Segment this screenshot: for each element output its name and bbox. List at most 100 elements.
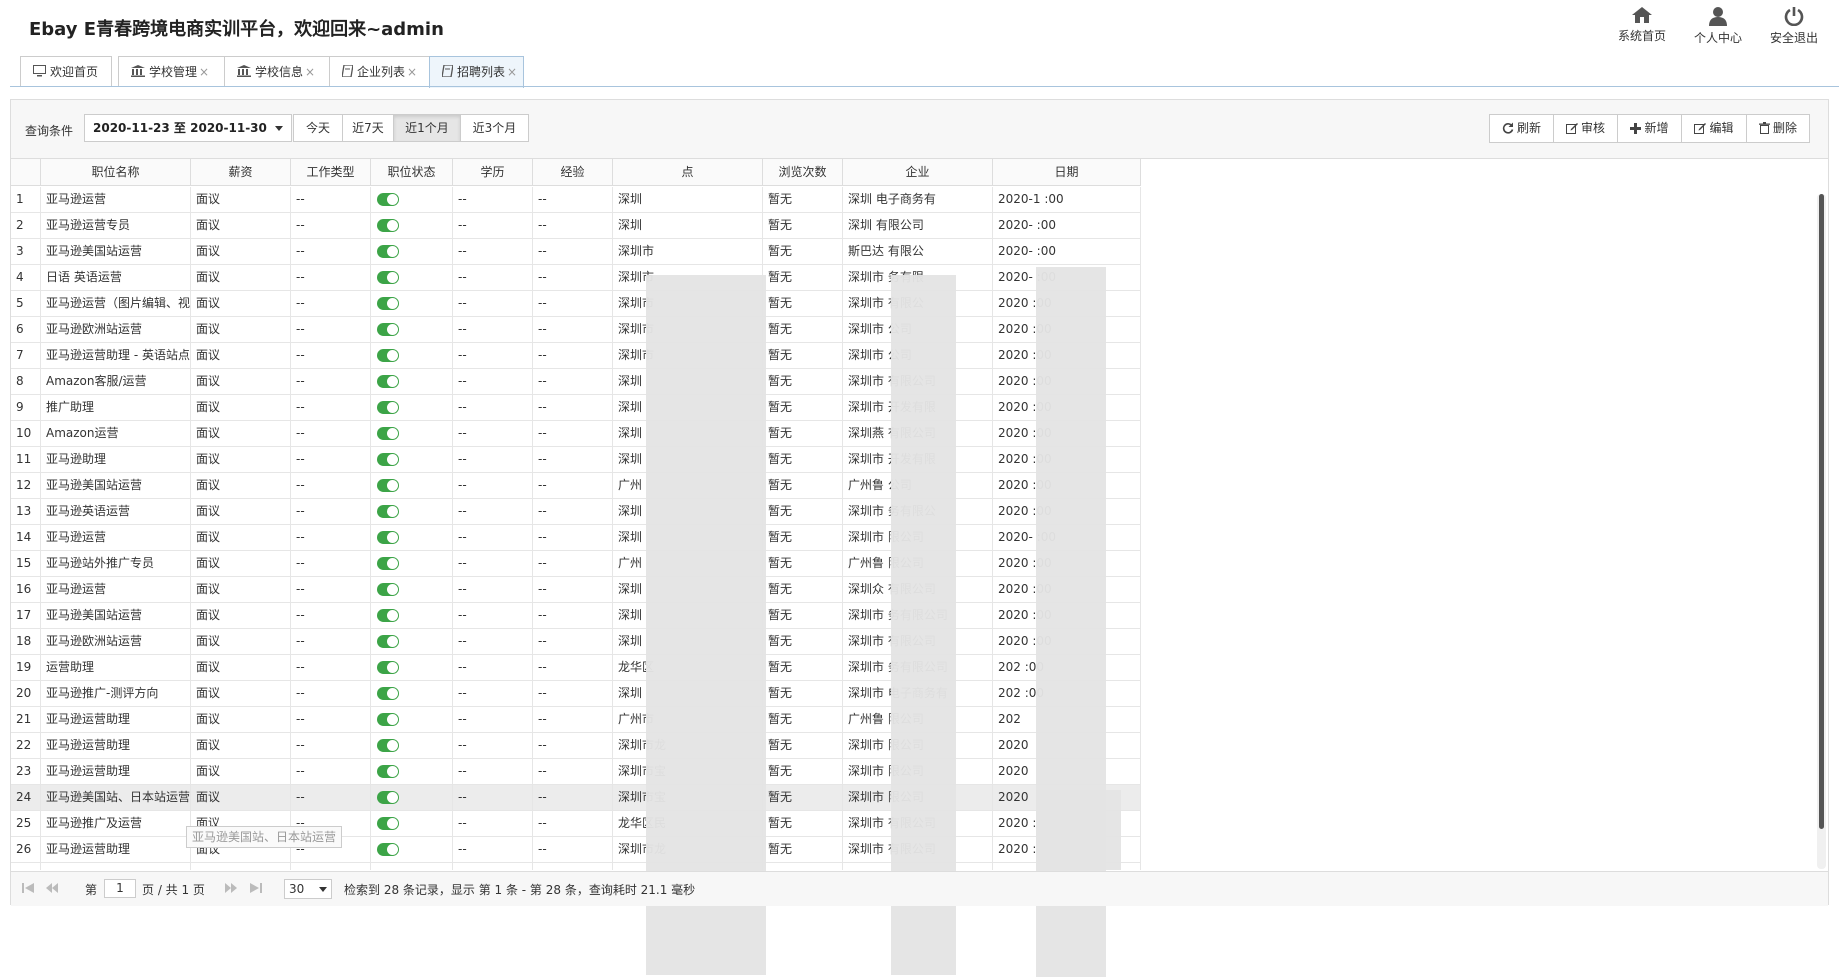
table-row[interactable]: 6 亚马逊欧洲站运营 面议 -- -- -- 深圳市 暂无 深圳市 公司 2020 :00 [11, 317, 1141, 343]
status-toggle[interactable] [377, 193, 399, 206]
status-toggle[interactable] [377, 765, 399, 778]
table-row[interactable]: 25亚马逊推广及运营面议------龙华区民暂无深圳市 有限公司2020 :00 [11, 811, 1141, 837]
status-toggle[interactable] [377, 791, 399, 804]
status-toggle[interactable] [377, 687, 399, 700]
quick-range-button-3[interactable]: 近1个月 [393, 114, 461, 142]
table-row[interactable]: 22 亚马逊运营助理 面议 -- -- -- 深圳市龙 暂无 深圳市 限公司 2020 [11, 733, 1141, 759]
table-row[interactable]: 27 [11, 863, 1141, 870]
cell-edu: -- [453, 707, 533, 732]
status-toggle[interactable] [377, 661, 399, 674]
action-button-trash[interactable]: 删除 [1746, 114, 1810, 143]
status-toggle[interactable] [377, 609, 399, 622]
table-row[interactable]: 20亚马逊推广-测评方向面议------深圳暂无深圳市 电子商务有202 :00 [11, 681, 1141, 707]
table-row[interactable]: 16亚马逊运营面议------深圳暂无深圳众 有限公司2020 :00 [11, 577, 1141, 603]
status-toggle[interactable] [377, 297, 399, 310]
column-header[interactable]: 薪资 [191, 159, 291, 186]
cell-salary: 面议 [191, 603, 291, 628]
table-row[interactable]: 1 亚马逊运营 面议 -- -- -- 深圳 暂无 深圳 电子商务有 2020-1 :00 [11, 187, 1141, 213]
column-header[interactable]: 职位状态 [371, 159, 453, 186]
table-row[interactable]: 19运营助理面议------龙华区暂无深圳市 务有限公司202 :00 [11, 655, 1141, 681]
status-toggle[interactable] [377, 401, 399, 414]
status-toggle[interactable] [377, 323, 399, 336]
quick-range-button-2[interactable]: 近7天 [342, 114, 394, 142]
status-toggle[interactable] [377, 245, 399, 258]
table-row[interactable]: 11亚马逊助理面议------深圳暂无深圳市 开发有限2020 :00 [11, 447, 1141, 473]
page-size-select[interactable]: 30 [284, 879, 332, 899]
cell-edu: -- [453, 343, 533, 368]
header-nav-home[interactable]: 系统首页 [1607, 6, 1677, 44]
table-row[interactable]: 17亚马逊美国站运营面议------深圳暂无深圳市 务有限公司2020 :00 [11, 603, 1141, 629]
column-header[interactable] [11, 159, 41, 186]
table-row[interactable]: 7 亚马逊运营助理 - 英语站点 面议 -- -- -- 深圳市 暂无 深圳市 公司 2020 :… [11, 343, 1141, 369]
column-header[interactable]: 日期 [993, 159, 1141, 186]
table-row[interactable]: 14 亚马逊运营 面议 -- -- -- 深圳 暂无 深圳市 限公司 2020- :00 [11, 525, 1141, 551]
quick-range-button-4[interactable]: 近3个月 [460, 114, 529, 142]
status-toggle[interactable] [377, 635, 399, 648]
action-button-edit[interactable]: 审核 [1553, 114, 1618, 143]
status-toggle[interactable] [377, 583, 399, 596]
column-header[interactable]: 工作类型 [291, 159, 371, 186]
column-header[interactable]: 企业 [843, 159, 993, 186]
close-icon[interactable]: × [305, 65, 315, 79]
table-row[interactable]: 9推广助理面议------深圳暂无深圳市 开发有限2020 :00 [11, 395, 1141, 421]
status-toggle[interactable] [377, 375, 399, 388]
action-button-plus[interactable]: 新增 [1617, 114, 1682, 143]
status-toggle[interactable] [377, 453, 399, 466]
column-header[interactable]: 学历 [453, 159, 533, 186]
table-row[interactable]: 8Amazon客服/运营面议------深圳暂无深圳市 有限公司2020 :00 [11, 369, 1141, 395]
action-button-edit[interactable]: 编辑 [1681, 114, 1747, 143]
column-header[interactable]: 点 [613, 159, 763, 186]
next-page-icon[interactable] [224, 882, 238, 897]
user-icon [1683, 6, 1753, 26]
table-row[interactable]: 24 亚马逊美国站、日本站运营 面议 -- -- -- 深圳市宝 暂无 深圳市 限公司 2020 [11, 785, 1141, 811]
status-toggle[interactable] [377, 271, 399, 284]
tab-1[interactable]: 欢迎首页 [20, 56, 112, 86]
tab-2[interactable]: 学校管理 × [118, 56, 228, 86]
status-toggle[interactable] [377, 479, 399, 492]
action-button-refresh[interactable]: 刷新 [1489, 114, 1554, 143]
status-toggle[interactable] [377, 713, 399, 726]
cell-salary: 面议 [191, 473, 291, 498]
close-icon[interactable]: × [507, 65, 517, 79]
prev-page-icon[interactable] [45, 882, 59, 897]
table-row[interactable]: 2 亚马逊运营专员 面议 -- -- -- 深圳 暂无 深圳 有限公司 2020- :00 [11, 213, 1141, 239]
first-page-icon[interactable] [21, 882, 35, 897]
column-header[interactable]: 浏览次数 [763, 159, 843, 186]
tab-5[interactable]: 招聘列表 × [429, 56, 524, 88]
table-row[interactable]: 21 亚马逊运营助理 面议 -- -- -- 广州市 暂无 广州鲁 限公司 202 [11, 707, 1141, 733]
column-header[interactable]: 经验 [533, 159, 613, 186]
table-row[interactable]: 13亚马逊英语运营面议------深圳暂无深圳市 务有限公2020 :00 [11, 499, 1141, 525]
status-toggle[interactable] [377, 219, 399, 232]
cell-n: 2 [11, 213, 41, 238]
last-page-icon[interactable] [249, 882, 263, 897]
cell-salary: 面议 [191, 707, 291, 732]
quick-range-button-1[interactable]: 今天 [293, 114, 343, 142]
table-row[interactable]: 15 亚马逊站外推广专员 面议 -- -- -- 广州 暂无 广州鲁 限公司 2020 :00 [11, 551, 1141, 577]
close-icon[interactable]: × [199, 65, 209, 79]
status-toggle[interactable] [377, 427, 399, 440]
vertical-scrollbar-thumb[interactable] [1819, 194, 1824, 829]
column-header[interactable]: 职位名称 [41, 159, 191, 186]
status-toggle[interactable] [377, 349, 399, 362]
table-row[interactable]: 23 亚马逊运营助理 面议 -- -- -- 深圳市宝 暂无 深圳市 限公司 2020 [11, 759, 1141, 785]
date-range-picker[interactable]: 2020-11-23 至 2020-11-30 [84, 114, 292, 142]
table-row[interactable]: 12 亚马逊美国站运营 面议 -- -- -- 广州 暂无 广州鲁 公司 2020 :00 [11, 473, 1141, 499]
close-icon[interactable]: × [407, 65, 417, 79]
table-row[interactable]: 4 日语 英语运营 面议 -- -- -- 深圳市 暂无 深圳市 务有限 2020- :00 [11, 265, 1141, 291]
status-toggle[interactable] [377, 531, 399, 544]
tab-4[interactable]: 企业列表 × [329, 56, 433, 86]
table-row[interactable]: 26亚马逊运营助理面议------深圳市龙暂无深圳市 有限公司2020 :00 [11, 837, 1141, 863]
status-toggle[interactable] [377, 817, 399, 830]
table-row[interactable]: 3 亚马逊美国站运营 面议 -- -- -- 深圳市 暂无 斯巴达 有限公 2020- :00 [11, 239, 1141, 265]
table-row[interactable]: 10Amazon运营面议------深圳暂无深圳燕 有限公司2020 :00 [11, 421, 1141, 447]
status-toggle[interactable] [377, 557, 399, 570]
header-nav-power[interactable]: 安全退出 [1759, 6, 1829, 46]
table-row[interactable]: 18亚马逊欧洲站运营面议------深圳暂无深圳市 有限公司2020 :00 [11, 629, 1141, 655]
status-toggle[interactable] [377, 505, 399, 518]
tab-3[interactable]: 学校信息 × [224, 56, 334, 86]
status-toggle[interactable] [377, 843, 399, 856]
table-row[interactable]: 5 亚马逊运营（图片编辑、视 面议 -- -- -- 深圳市 暂无 深圳市 有限公 2020 :0… [11, 291, 1141, 317]
page-number-input[interactable]: 1 [104, 879, 136, 898]
status-toggle[interactable] [377, 739, 399, 752]
header-nav-user[interactable]: 个人中心 [1683, 6, 1753, 46]
